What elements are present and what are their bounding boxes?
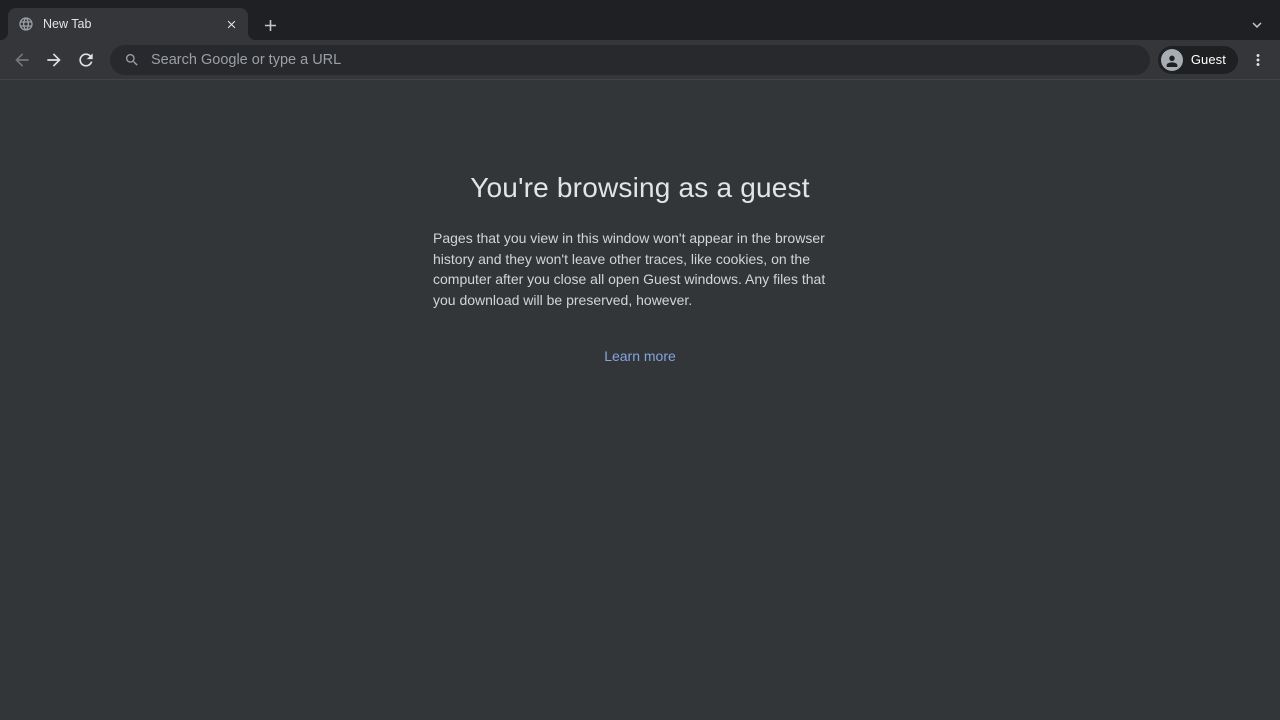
- guest-profile-button[interactable]: Guest: [1158, 46, 1238, 74]
- page-title: You're browsing as a guest: [0, 170, 1280, 206]
- search-icon: [124, 52, 140, 68]
- reload-button[interactable]: [72, 46, 100, 74]
- omnibox-input[interactable]: [151, 52, 1136, 68]
- more-menu-button[interactable]: [1244, 46, 1272, 74]
- profile-label: Guest: [1191, 52, 1226, 67]
- omnibox[interactable]: [110, 45, 1150, 75]
- forward-button[interactable]: [40, 46, 68, 74]
- tab-close-button[interactable]: [222, 15, 240, 33]
- guest-avatar-icon: [1161, 49, 1183, 71]
- tab-new-tab[interactable]: New Tab: [8, 8, 248, 40]
- tab-title: New Tab: [43, 17, 222, 31]
- guest-page: You're browsing as a guest Pages that yo…: [0, 80, 1280, 720]
- tab-search-button[interactable]: [1247, 15, 1267, 35]
- browser-window: New Tab: [0, 0, 1280, 720]
- guest-description: Pages that you view in this window won't…: [433, 228, 847, 310]
- back-button[interactable]: [8, 46, 36, 74]
- tab-strip: New Tab: [0, 0, 1280, 40]
- new-tab-button[interactable]: [258, 13, 282, 37]
- learn-more-link[interactable]: Learn more: [0, 348, 1280, 364]
- globe-favicon-icon: [18, 16, 34, 32]
- toolbar: Guest: [0, 40, 1280, 80]
